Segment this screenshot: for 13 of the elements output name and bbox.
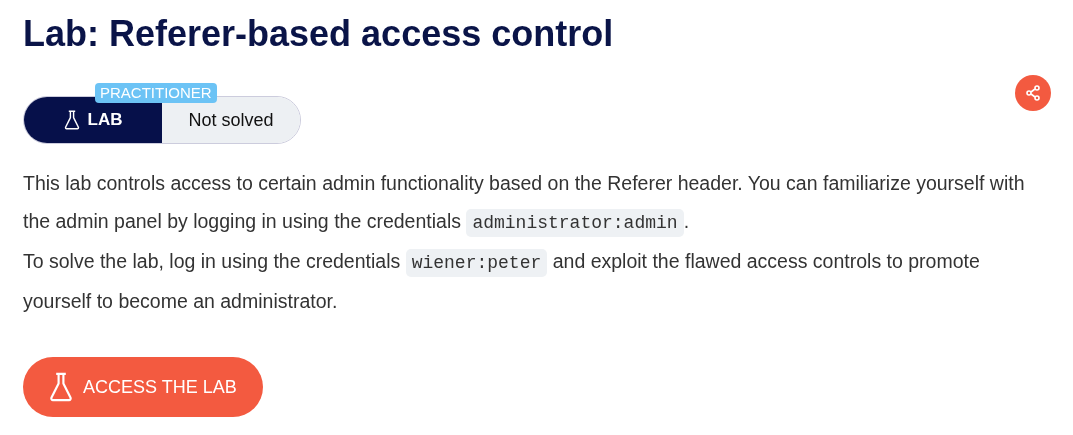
code-snippet: administrator:admin [466, 209, 684, 237]
flask-icon [49, 372, 73, 402]
description-paragraph: This lab controls access to certain admin functionality based on the Referer header. You can familiarize yourself with the admin panel by logging in using the credentials administrator:admin . [23, 164, 1033, 242]
badge-label: LAB [87, 110, 123, 130]
description-paragraph: To solve the lab, log in using the credentials wiener:peter and exploit the flawed access controls to promote yourself to become an administrator. [23, 248, 981, 314]
level-tag: PRACTITIONER [95, 83, 217, 103]
flask-icon [63, 110, 80, 130]
code-snippet: wiener:peter [405, 249, 548, 277]
page-title: Lab: Referer-based access control [23, 12, 615, 56]
status-label: Not solved [162, 97, 300, 143]
share-button[interactable] [1015, 75, 1051, 111]
access-lab-button[interactable]: ACCESS THE LAB [23, 357, 263, 417]
share-icon [1024, 84, 1042, 102]
